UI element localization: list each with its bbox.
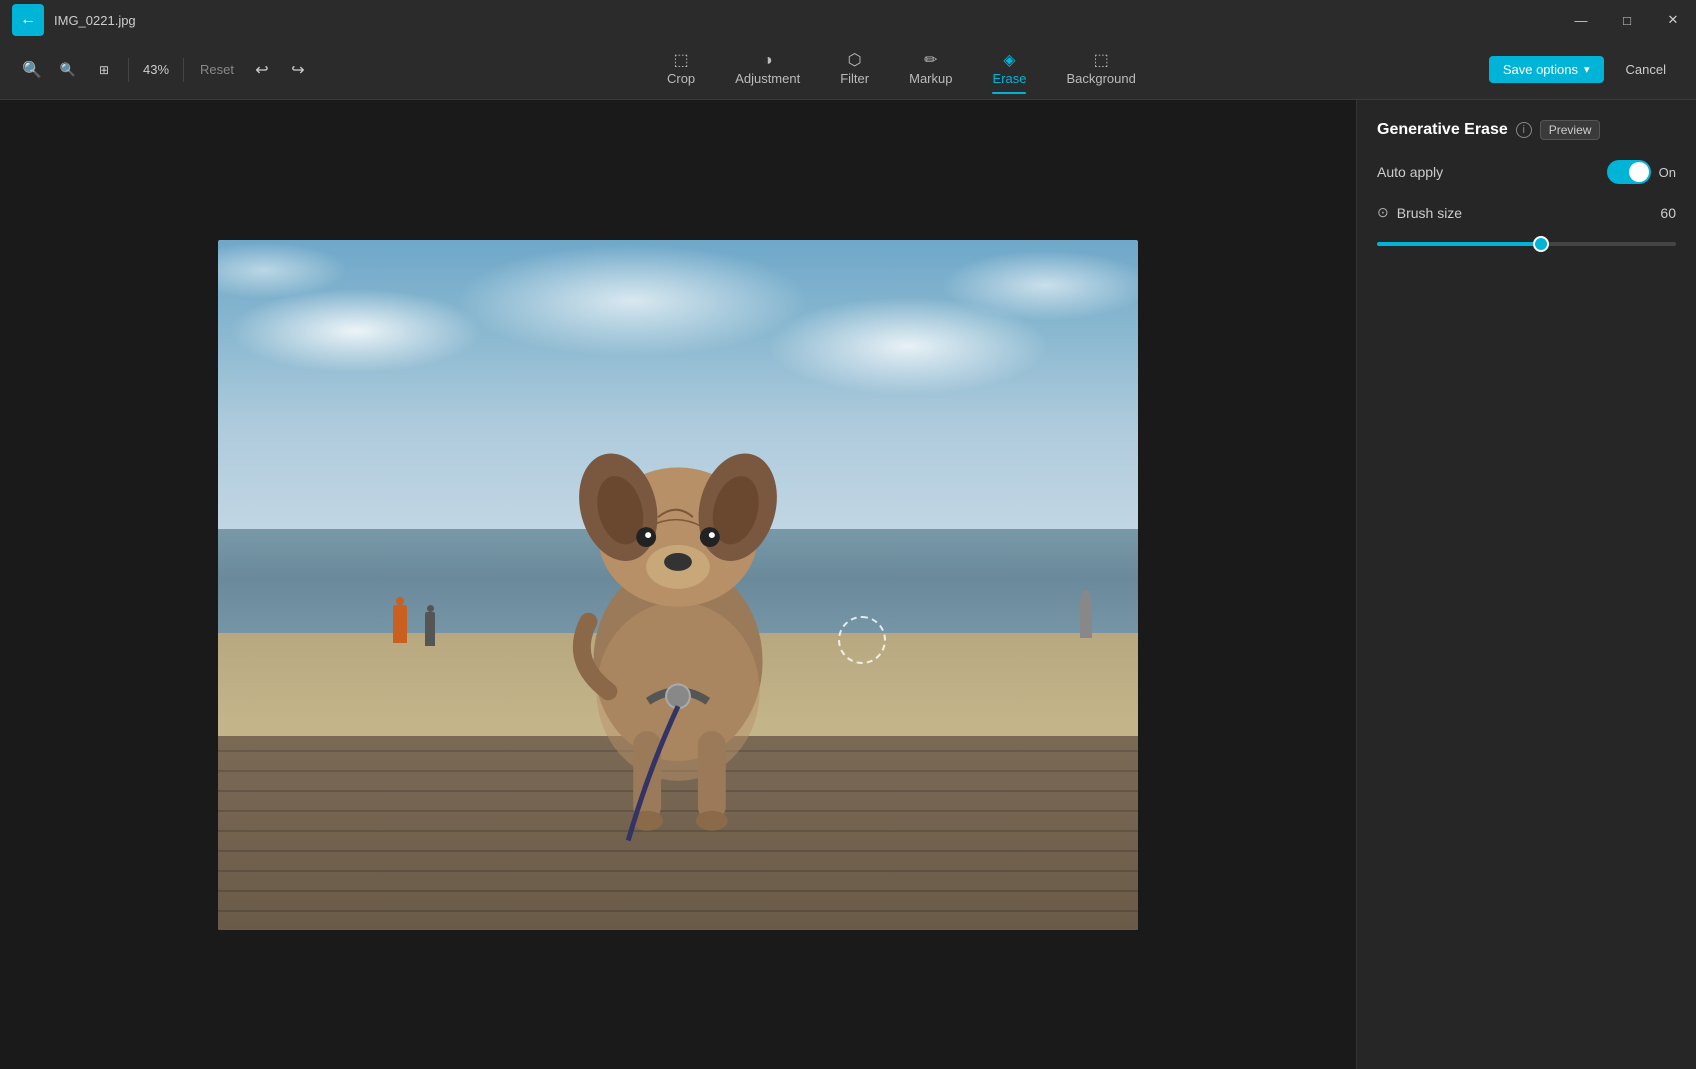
background-icon: ⬚ xyxy=(1094,53,1109,69)
crop-icon: ⬚ xyxy=(674,53,689,69)
filter-icon: ⬡ xyxy=(848,53,862,69)
person-left xyxy=(393,605,407,643)
redo-icon: ↪ xyxy=(291,60,304,80)
tool-adjustment[interactable]: ◑ Adjustment xyxy=(719,47,816,92)
brush-icon: ⊙ xyxy=(1377,204,1389,221)
photo-canvas xyxy=(218,240,1138,930)
toolbar-left: 🔍 🔍 ⊞ 43% Reset ↩ ↪ xyxy=(16,54,314,86)
tool-crop[interactable]: ⬚ Crop xyxy=(651,47,711,92)
undo-icon: ↩ xyxy=(255,60,268,80)
adjustment-icon: ◑ xyxy=(763,53,773,69)
minimize-button[interactable]: — xyxy=(1558,0,1604,40)
reset-button[interactable]: Reset xyxy=(192,58,242,81)
back-button[interactable]: ← xyxy=(12,4,44,36)
background-label: Background xyxy=(1066,71,1135,86)
maximize-button[interactable]: □ xyxy=(1604,0,1650,40)
back-icon: ← xyxy=(20,11,36,29)
toolbar: 🔍 🔍 ⊞ 43% Reset ↩ ↪ ⬚ Crop ◑ Adjustment … xyxy=(0,40,1696,100)
chevron-down-icon: ▾ xyxy=(1584,63,1590,76)
auto-apply-label: Auto apply xyxy=(1377,164,1443,180)
save-options-button[interactable]: Save options ▾ xyxy=(1489,56,1604,83)
zoom-level-label: 43% xyxy=(137,62,175,77)
fit-view-button[interactable]: ⊞ xyxy=(88,54,120,86)
brush-size-slider[interactable] xyxy=(1377,242,1676,246)
minimize-icon: — xyxy=(1575,13,1588,28)
tool-background[interactable]: ⬚ Background xyxy=(1050,47,1151,92)
erase-label: Erase xyxy=(992,71,1026,86)
redo-button[interactable]: ↪ xyxy=(282,54,314,86)
titlebar: ← IMG_0221.jpg — □ ✕ xyxy=(0,0,1696,40)
zoom-out-icon: 🔍 xyxy=(60,62,76,78)
panel-title: Generative Erase xyxy=(1377,121,1508,139)
close-icon: ✕ xyxy=(1668,12,1679,28)
filter-label: Filter xyxy=(840,71,869,86)
photo-dog xyxy=(494,343,862,861)
toolbar-nav: ⬚ Crop ◑ Adjustment ⬡ Filter ✏ Markup ◈ … xyxy=(318,47,1485,92)
markup-label: Markup xyxy=(909,71,952,86)
maximize-icon: □ xyxy=(1623,13,1631,28)
main-content: Generative Erase i Preview Auto apply On… xyxy=(0,100,1696,1069)
brush-size-value: 60 xyxy=(1660,205,1676,221)
zoom-in-button[interactable]: 🔍 xyxy=(16,54,48,86)
toolbar-separator-1 xyxy=(128,58,129,82)
canvas-area[interactable] xyxy=(0,100,1356,1069)
auto-apply-row: Auto apply On xyxy=(1377,160,1676,184)
crop-label: Crop xyxy=(667,71,695,86)
close-button[interactable]: ✕ xyxy=(1650,0,1696,40)
auto-apply-toggle[interactable] xyxy=(1607,160,1651,184)
info-icon[interactable]: i xyxy=(1516,122,1532,138)
erase-icon: ◈ xyxy=(1003,53,1015,69)
tool-filter[interactable]: ⬡ Filter xyxy=(824,47,885,92)
adjustment-label: Adjustment xyxy=(735,71,800,86)
save-options-label: Save options xyxy=(1503,62,1578,77)
image-container xyxy=(218,240,1138,930)
brush-size-section: ⊙ Brush size 60 xyxy=(1377,204,1676,249)
tool-markup[interactable]: ✏ Markup xyxy=(893,47,968,92)
brush-size-label: Brush size xyxy=(1397,205,1653,221)
toggle-thumb xyxy=(1629,162,1649,182)
markup-icon: ✏ xyxy=(924,53,937,69)
fit-view-icon: ⊞ xyxy=(99,63,109,77)
preview-badge[interactable]: Preview xyxy=(1540,120,1601,140)
filename-label: IMG_0221.jpg xyxy=(54,13,136,28)
zoom-in-icon: 🔍 xyxy=(22,60,42,80)
right-panel: Generative Erase i Preview Auto apply On… xyxy=(1356,100,1696,1069)
zoom-out-button[interactable]: 🔍 xyxy=(52,54,84,86)
toggle-row: On xyxy=(1607,160,1676,184)
tool-erase[interactable]: ◈ Erase xyxy=(976,47,1042,92)
cancel-button[interactable]: Cancel xyxy=(1612,56,1680,83)
person-right xyxy=(1080,598,1092,638)
person-left2 xyxy=(425,612,435,646)
toolbar-separator-2 xyxy=(183,58,184,82)
panel-header: Generative Erase i Preview xyxy=(1377,120,1676,140)
undo-button[interactable]: ↩ xyxy=(246,54,278,86)
brush-size-row: ⊙ Brush size 60 xyxy=(1377,204,1676,221)
brush-slider-container xyxy=(1377,233,1676,249)
toggle-on-label: On xyxy=(1659,165,1676,180)
window-controls: — □ ✕ xyxy=(1558,0,1696,40)
toolbar-right: Save options ▾ Cancel xyxy=(1489,56,1680,83)
